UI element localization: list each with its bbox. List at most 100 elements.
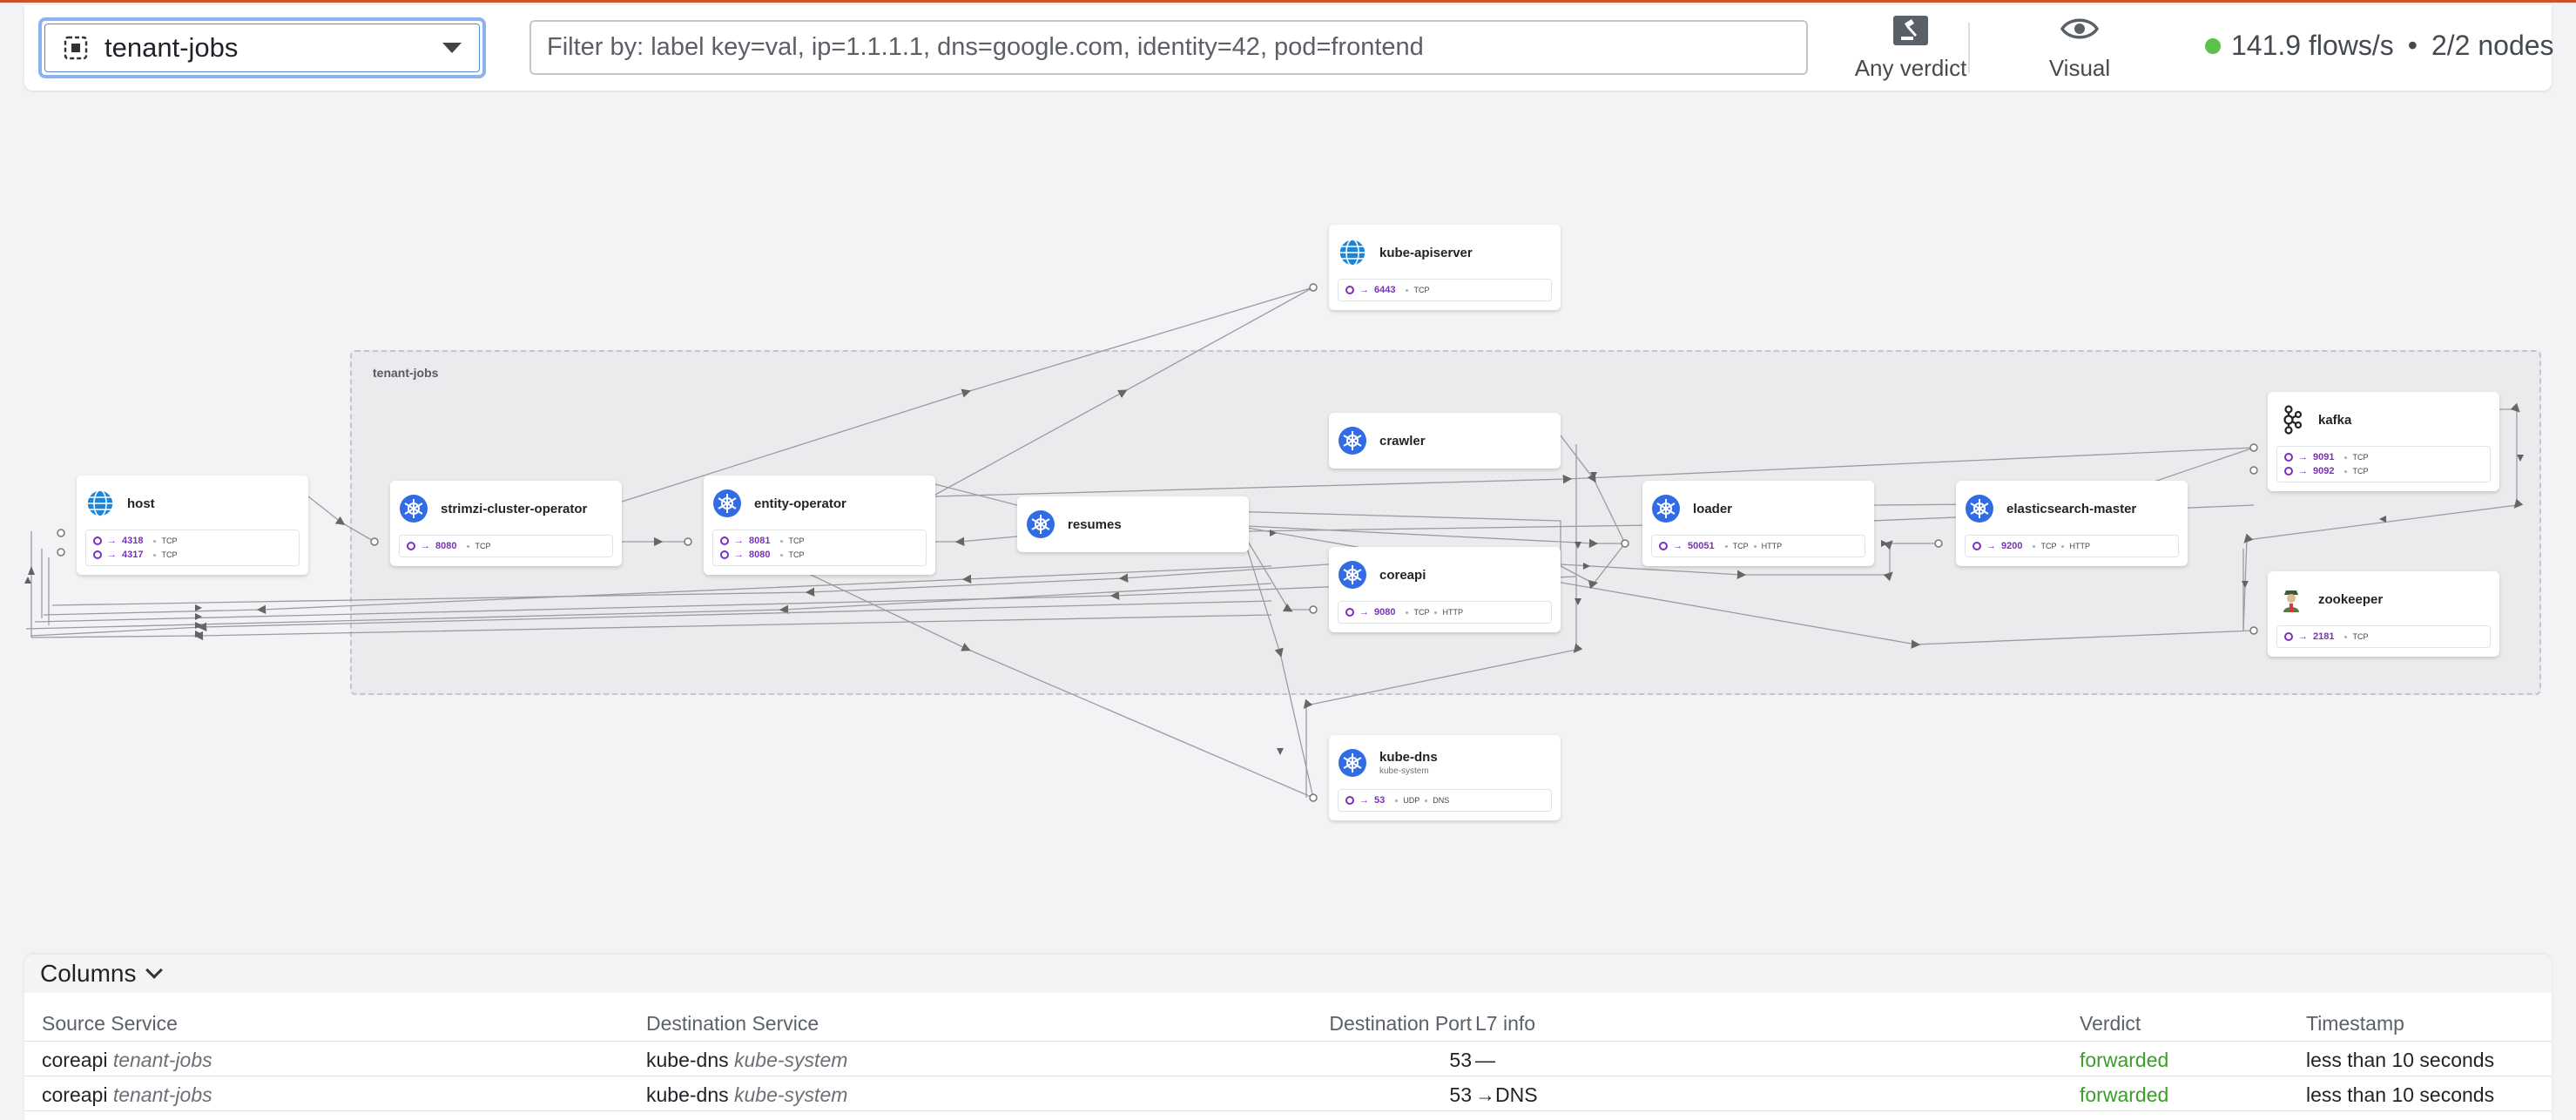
port-icon xyxy=(2284,632,2293,641)
port-arrow: → xyxy=(2298,466,2308,476)
card-title: loader xyxy=(1693,501,1733,516)
edge-host-strimzi xyxy=(307,496,375,543)
service-map[interactable]: tenant-jobs kube-apiserver → 6443 TCP ho… xyxy=(0,96,2576,949)
port-icon xyxy=(2284,467,2293,476)
edge-entity-apiserver xyxy=(934,287,1314,496)
port-number: 50051 xyxy=(1688,541,1715,551)
port-row: → 4317 TCP xyxy=(93,548,292,562)
kubernetes-icon xyxy=(1652,495,1680,523)
column-header-source[interactable]: Source Service xyxy=(42,1012,178,1036)
port-row: → 4318 TCP xyxy=(93,534,292,548)
table-row[interactable]: coreapi tenant-jobs kube-dns kube-system… xyxy=(24,1042,2552,1076)
port-arrow: → xyxy=(1673,541,1682,551)
card-ports: → 9091 TCP → 9092 TCP xyxy=(2276,446,2491,482)
namespace-select[interactable]: tenant-jobs xyxy=(38,17,486,78)
service-card-strimzi-cluster-operator[interactable]: strimzi-cluster-operator → 8080 TCP xyxy=(390,481,622,566)
port-icon xyxy=(1345,286,1354,294)
port-icon xyxy=(1345,796,1354,805)
edge-return-4 xyxy=(25,583,1272,630)
port-protocol: DNS xyxy=(1433,796,1450,805)
source-namespace: tenant-jobs xyxy=(112,1083,212,1106)
service-card-entity-operator[interactable]: entity-operator → 8081 TCP → 8080 TCP xyxy=(704,476,935,575)
port-number: 8080 xyxy=(749,550,771,560)
port-row: → 8081 TCP xyxy=(720,534,919,548)
port-row: → 6443 TCP xyxy=(1345,283,1544,297)
port-number: 53 xyxy=(1374,795,1386,806)
column-header-destination[interactable]: Destination Service xyxy=(646,1012,819,1036)
port-row: → 9091 TCP xyxy=(2284,450,2483,464)
port-protocol: HTTP xyxy=(1442,608,1463,617)
verdict-filter-button[interactable]: Any verdict xyxy=(1824,16,1998,82)
card-title: kafka xyxy=(2318,412,2352,428)
status-ok-icon xyxy=(2205,37,2221,54)
column-header-verdict[interactable]: Verdict xyxy=(2080,1012,2141,1036)
l7-info: →DNS xyxy=(1475,1083,1538,1106)
service-card-kube-dns[interactable]: kube-dns kube-system → 53 UDP DNS xyxy=(1329,735,1561,820)
visual-button[interactable]: Visual xyxy=(2027,16,2132,82)
port-separator xyxy=(1395,799,1399,802)
service-card-host[interactable]: host → 4318 TCP → 4317 TCP xyxy=(77,476,308,575)
edge-entity-kubedns xyxy=(792,565,1314,799)
visual-label: Visual xyxy=(2048,55,2111,81)
column-header-l7[interactable]: L7 info xyxy=(1475,1012,1535,1036)
port-protocol: TCP xyxy=(2352,467,2369,476)
port-row: → 9200 TCP HTTP xyxy=(1972,539,2171,553)
columns-toggle[interactable]: Columns xyxy=(24,955,2552,993)
port-separator xyxy=(467,544,470,548)
port-protocol: TCP xyxy=(2352,453,2369,462)
kubernetes-icon xyxy=(1339,561,1366,589)
port-icon xyxy=(1345,608,1354,617)
filter-input[interactable] xyxy=(529,20,1808,75)
service-card-zookeeper[interactable]: zookeeper → 2181 TCP xyxy=(2268,571,2499,657)
card-ports: → 8080 TCP xyxy=(399,535,613,557)
service-card-loader[interactable]: loader → 50051 TCP HTTP xyxy=(1642,481,1874,566)
port-number: 8080 xyxy=(435,541,457,551)
card-title: kube-dns xyxy=(1379,750,1438,765)
kubernetes-icon xyxy=(1966,495,1993,523)
card-title: elasticsearch-master xyxy=(2006,501,2137,516)
service-card-elasticsearch-master[interactable]: elasticsearch-master → 9200 TCP HTTP xyxy=(1956,481,2188,566)
card-title: zookeeper xyxy=(2318,591,2384,607)
port-protocol: HTTP xyxy=(2069,542,2090,550)
gavel-icon xyxy=(1893,16,1928,45)
port-arrow: → xyxy=(1359,285,1369,295)
destination-port: 53 xyxy=(1449,1083,1472,1106)
port-arrow: → xyxy=(1359,795,1369,806)
port-number: 8081 xyxy=(749,536,771,546)
port-number: 9092 xyxy=(2313,466,2335,476)
columns-label: Columns xyxy=(40,960,137,987)
namespace-select-focus-ring xyxy=(44,24,480,72)
port-row: → 2181 TCP xyxy=(2284,630,2483,644)
port-number: 4318 xyxy=(122,536,144,546)
column-header-port[interactable]: Destination Port xyxy=(1329,1012,1472,1036)
column-header-timestamp[interactable]: Timestamp xyxy=(2306,1012,2404,1036)
card-ports: → 4318 TCP → 4317 TCP xyxy=(85,530,300,566)
port-arrow: → xyxy=(1359,607,1369,617)
port-separator xyxy=(2344,635,2348,638)
port-separator xyxy=(1753,544,1757,548)
port-separator xyxy=(780,553,784,557)
l7-info: — xyxy=(1475,1049,1495,1071)
edge-resumes-entity xyxy=(935,536,1018,546)
port-protocol: UDP xyxy=(1403,796,1420,805)
card-ports: → 8081 TCP → 8080 TCP xyxy=(712,530,927,566)
card-ports: → 6443 TCP xyxy=(1338,279,1552,301)
card-ports: → 9200 TCP HTTP xyxy=(1965,535,2179,557)
source-cell: coreapi tenant-jobs xyxy=(42,1083,212,1107)
service-card-coreapi[interactable]: coreapi → 9080 TCP HTTP xyxy=(1329,547,1561,632)
source-service: coreapi xyxy=(42,1049,108,1071)
port-number: 4317 xyxy=(122,550,144,560)
service-card-kube-apiserver[interactable]: kube-apiserver → 6443 TCP xyxy=(1329,225,1561,310)
verdict: forwarded xyxy=(2080,1049,2169,1071)
verdict-label: Any verdict xyxy=(1854,55,1967,81)
port-icon xyxy=(407,542,415,550)
table-row[interactable]: coreapi tenant-jobs kube-dns kube-system… xyxy=(24,1076,2552,1111)
service-card-kafka[interactable]: kafka → 9091 TCP → 9092 TCP xyxy=(2268,392,2499,491)
service-card-resumes[interactable]: resumes xyxy=(1017,496,1249,552)
port-arrow: → xyxy=(421,541,430,551)
service-card-crawler[interactable]: crawler xyxy=(1329,413,1561,469)
port-icon xyxy=(93,550,102,559)
port-number: 9091 xyxy=(2313,452,2335,462)
edge-resumes-coreapi xyxy=(1246,539,1313,612)
source-service: coreapi xyxy=(42,1083,108,1106)
